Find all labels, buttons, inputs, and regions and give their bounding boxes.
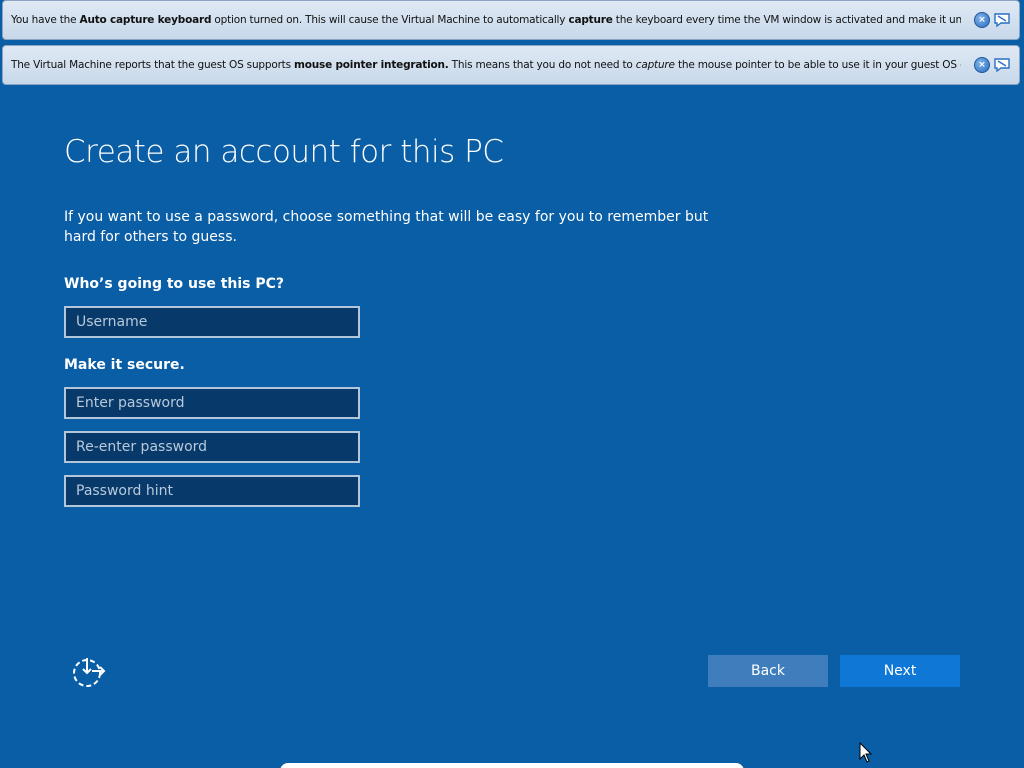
back-button[interactable]: Back xyxy=(708,655,828,687)
password-input[interactable] xyxy=(64,387,360,419)
notification-message-keyboard: You have the Auto capture keyboard optio… xyxy=(11,14,961,26)
mouse-integration-notification: The Virtual Machine reports that the gue… xyxy=(2,45,1020,85)
username-input[interactable] xyxy=(64,306,360,338)
close-icon[interactable]: × xyxy=(974,57,990,73)
secure-label: Make it secure. xyxy=(64,357,185,373)
bottom-panel-edge xyxy=(280,763,744,768)
ease-of-access-icon[interactable] xyxy=(70,655,106,689)
mouse-pointer-icon xyxy=(859,742,873,763)
who-label: Who’s going to use this PC? xyxy=(64,276,285,292)
page-title: Create an account for this PC xyxy=(64,134,504,170)
keyboard-capture-notification: You have the Auto capture keyboard optio… xyxy=(2,0,1020,40)
password-hint-input[interactable] xyxy=(64,475,360,507)
reenter-password-input[interactable] xyxy=(64,431,360,463)
page-description: If you want to use a password, choose so… xyxy=(64,209,709,245)
dismiss-message-icon[interactable] xyxy=(993,57,1011,73)
close-icon[interactable]: × xyxy=(974,12,990,28)
dismiss-message-icon[interactable] xyxy=(993,12,1011,28)
notification-message-mouse: The Virtual Machine reports that the gue… xyxy=(11,59,961,71)
next-button[interactable]: Next xyxy=(840,655,960,687)
